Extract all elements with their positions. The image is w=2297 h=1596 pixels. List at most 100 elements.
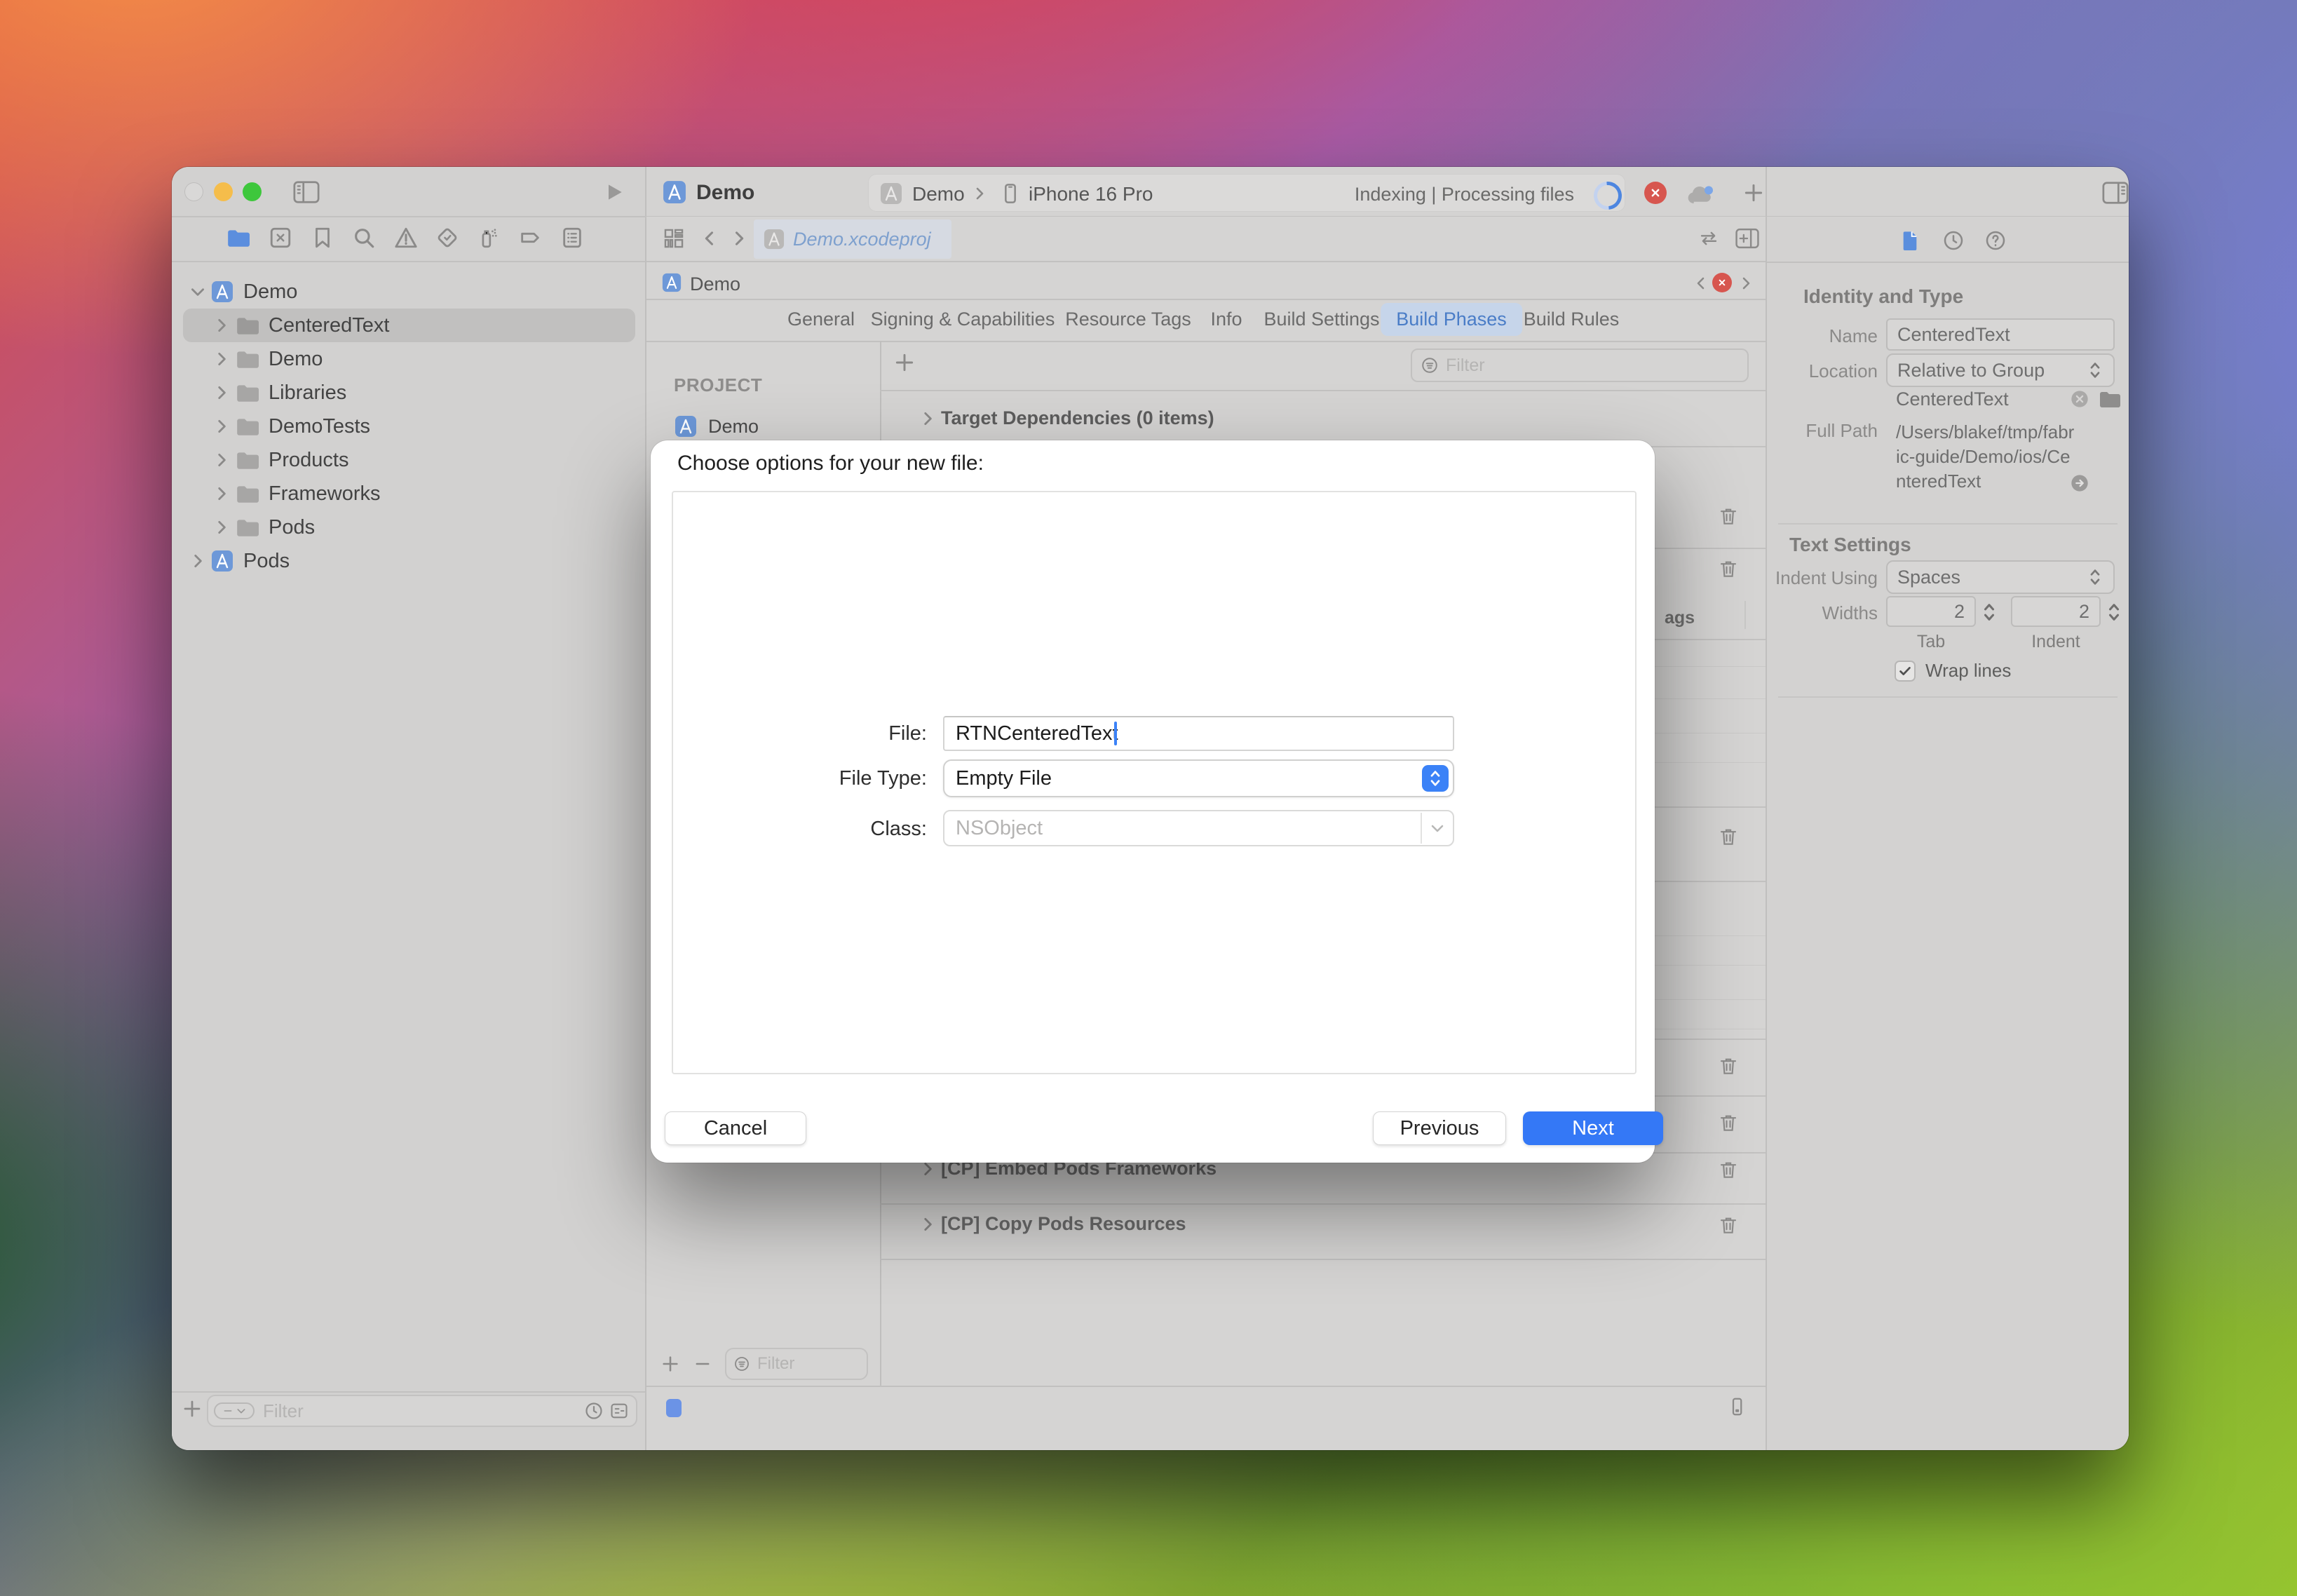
filter-options-icon[interactable] bbox=[214, 1402, 255, 1419]
file-name-input[interactable] bbox=[954, 722, 1453, 746]
popup-stepper-icon[interactable] bbox=[1422, 765, 1449, 792]
forward-chevron-icon[interactable] bbox=[729, 229, 749, 248]
next-issue-icon[interactable] bbox=[1737, 275, 1754, 292]
jumpbar-item[interactable]: Demo bbox=[690, 273, 740, 295]
sidebar-filter-input[interactable] bbox=[262, 1400, 584, 1423]
class-combo-field[interactable] bbox=[943, 810, 1454, 846]
phase-row-target-dependencies[interactable]: Target Dependencies (0 items) bbox=[919, 407, 1214, 429]
class-label: Class: bbox=[787, 818, 927, 841]
run-button[interactable] bbox=[603, 181, 625, 203]
target-filter-field[interactable] bbox=[725, 1348, 868, 1380]
remove-target-icon[interactable] bbox=[693, 1354, 712, 1374]
help-inspector-icon[interactable] bbox=[1984, 229, 2007, 252]
file-inspector-icon[interactable] bbox=[1899, 229, 1921, 252]
indent-width-stepper[interactable] bbox=[2106, 599, 2122, 625]
add-target-icon[interactable] bbox=[660, 1354, 680, 1374]
location-popup[interactable]: Relative to Group bbox=[1886, 353, 2115, 387]
sidebar-item-demo-folder[interactable]: Demo bbox=[172, 342, 686, 376]
file-name-field[interactable] bbox=[943, 716, 1454, 751]
sidebar-item-libraries[interactable]: Libraries bbox=[172, 376, 686, 410]
prev-issue-icon[interactable] bbox=[1693, 275, 1709, 292]
clear-location-icon[interactable] bbox=[2070, 389, 2089, 409]
indent-width-field[interactable]: 2 bbox=[2011, 596, 2101, 627]
destination-selector[interactable]: iPhone 16 Pro bbox=[1029, 183, 1153, 205]
project-navigator-icon[interactable] bbox=[225, 226, 250, 250]
open-path-arrow-icon[interactable] bbox=[2070, 473, 2089, 493]
filter-bar-toggle[interactable] bbox=[666, 1399, 682, 1417]
sidebar-item-pods-folder[interactable]: Pods bbox=[172, 510, 686, 544]
tab-general[interactable]: General bbox=[787, 309, 855, 330]
error-badge[interactable] bbox=[1644, 182, 1667, 204]
add-build-phase-icon[interactable] bbox=[893, 351, 916, 374]
sidebar-item-pods-project[interactable]: Pods bbox=[172, 544, 662, 578]
tab-width-field[interactable]: 2 bbox=[1886, 596, 1976, 627]
filter-scope-icon[interactable] bbox=[609, 1401, 629, 1421]
class-combo-input[interactable] bbox=[954, 816, 1421, 841]
project-list-item[interactable]: Demo bbox=[675, 415, 759, 438]
tab-signing-capabilities[interactable]: Signing & Capabilities bbox=[871, 309, 1055, 330]
phase-filter-input[interactable] bbox=[1444, 355, 1747, 377]
trash-icon[interactable] bbox=[1718, 1112, 1739, 1133]
source-control-navigator-icon[interactable] bbox=[269, 226, 292, 250]
toggle-sidebar-icon[interactable] bbox=[292, 180, 320, 205]
history-inspector-icon[interactable] bbox=[1942, 229, 1965, 252]
trash-icon[interactable] bbox=[1718, 558, 1739, 579]
tab-build-rules[interactable]: Build Rules bbox=[1524, 309, 1620, 330]
trash-icon[interactable] bbox=[1718, 1215, 1739, 1236]
wrap-lines-checkbox[interactable]: Wrap lines bbox=[1895, 660, 2011, 682]
sidebar-item-frameworks[interactable]: Frameworks bbox=[172, 477, 686, 510]
previous-button[interactable]: Previous bbox=[1373, 1111, 1506, 1145]
editor-tab[interactable]: Demo.xcodeproj bbox=[754, 219, 951, 259]
trash-icon[interactable] bbox=[1718, 826, 1739, 847]
indent-using-popup[interactable]: Spaces bbox=[1886, 560, 2115, 594]
file-type-popup[interactable]: Empty File bbox=[943, 759, 1454, 797]
trash-icon[interactable] bbox=[1718, 506, 1739, 527]
toggle-inspector-icon[interactable] bbox=[2101, 180, 2129, 205]
zoom-button[interactable] bbox=[243, 182, 262, 201]
add-editor-icon[interactable] bbox=[1735, 227, 1760, 250]
tab-build-phases[interactable]: Build Phases bbox=[1381, 303, 1522, 336]
device-bar-icon[interactable] bbox=[1726, 1396, 1747, 1417]
cloud-status-icon[interactable] bbox=[1685, 184, 1716, 206]
issue-count-badge[interactable] bbox=[1712, 273, 1732, 292]
swap-editor-icon[interactable] bbox=[1698, 228, 1719, 249]
trash-icon[interactable] bbox=[1718, 1055, 1739, 1076]
sidebar-item-demo-project[interactable]: Demo bbox=[172, 275, 662, 309]
tree-item-label: Pods bbox=[269, 516, 315, 539]
issue-navigator-icon[interactable] bbox=[394, 226, 418, 250]
sidebar-item-centeredtext[interactable]: CenteredText bbox=[172, 309, 686, 342]
sidebar-item-products[interactable]: Products bbox=[172, 443, 686, 477]
sidebar-filter-field[interactable] bbox=[207, 1395, 637, 1427]
add-tab-icon[interactable] bbox=[1742, 182, 1765, 204]
sidebar-item-demotests[interactable]: DemoTests bbox=[172, 410, 686, 443]
choose-folder-icon[interactable] bbox=[2098, 388, 2120, 410]
name-field[interactable]: CenteredText bbox=[1886, 318, 2115, 351]
minimize-button[interactable] bbox=[214, 182, 233, 201]
back-chevron-icon[interactable] bbox=[700, 229, 719, 248]
tab-resource-tags[interactable]: Resource Tags bbox=[1065, 309, 1191, 330]
target-filter-input[interactable] bbox=[756, 1353, 867, 1374]
phase-filter-field[interactable] bbox=[1411, 349, 1749, 382]
checkbox-box[interactable] bbox=[1895, 661, 1916, 682]
recent-filter-icon[interactable] bbox=[584, 1401, 604, 1421]
phase-row-copy-pods[interactable]: [CP] Copy Pods Resources bbox=[919, 1213, 1186, 1235]
close-button[interactable] bbox=[184, 182, 203, 201]
minimap-grid-icon[interactable] bbox=[662, 226, 686, 250]
next-button[interactable]: Next bbox=[1523, 1111, 1663, 1145]
scheme-selector[interactable]: Demo bbox=[912, 183, 965, 205]
tab-width-stepper[interactable] bbox=[1981, 599, 1997, 625]
breakpoint-navigator-icon[interactable] bbox=[518, 226, 542, 250]
find-navigator-icon[interactable] bbox=[352, 226, 376, 250]
trash-icon[interactable] bbox=[1718, 1159, 1739, 1180]
tab-info[interactable]: Info bbox=[1210, 309, 1242, 330]
cancel-button[interactable]: Cancel bbox=[665, 1111, 806, 1145]
navigator-sidebar: Demo CenteredText Demo Libraries DemoTes bbox=[172, 167, 645, 1450]
bookmark-navigator-icon[interactable] bbox=[311, 226, 334, 250]
tab-caption: Tab bbox=[1886, 632, 1976, 652]
test-navigator-icon[interactable] bbox=[435, 226, 459, 250]
debug-navigator-icon[interactable] bbox=[476, 226, 500, 250]
tab-build-settings[interactable]: Build Settings bbox=[1263, 309, 1379, 330]
combo-chevron-icon[interactable] bbox=[1421, 813, 1453, 844]
report-navigator-icon[interactable] bbox=[560, 226, 584, 250]
add-item-icon[interactable] bbox=[182, 1398, 203, 1419]
